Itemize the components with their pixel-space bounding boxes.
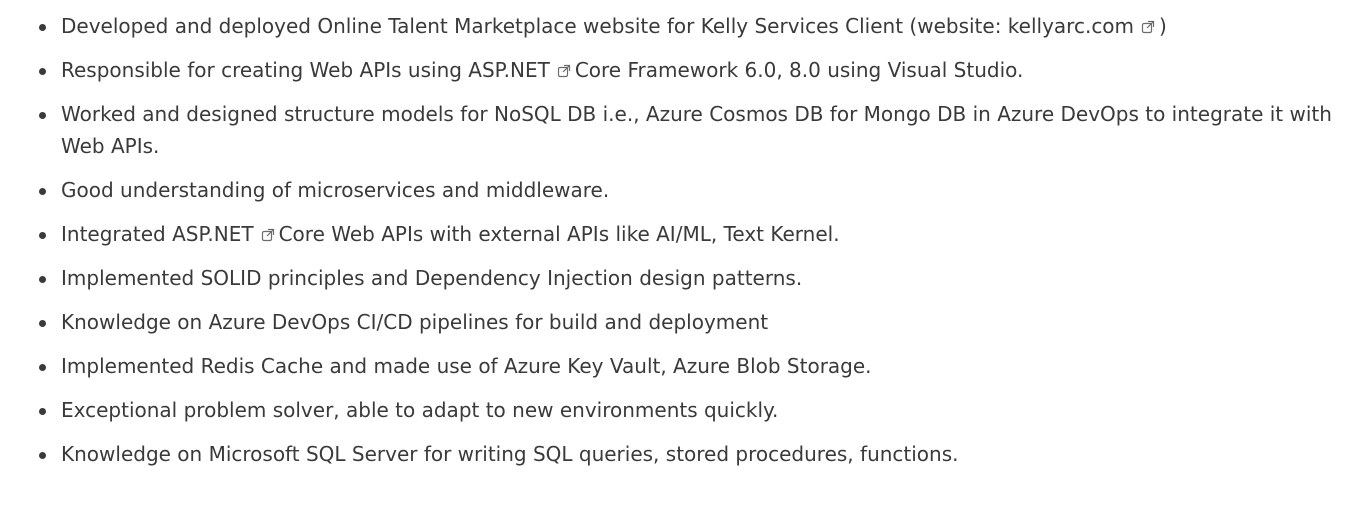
list-item: Implemented SOLID principles and Depende… xyxy=(36,262,1346,294)
bullet-text: Worked and designed structure models for… xyxy=(61,102,1332,158)
bullet-text-suffix: ) xyxy=(1159,14,1167,38)
list-item: Responsible for creating Web APIs using … xyxy=(36,54,1346,86)
list-item: Knowledge on Azure DevOps CI/CD pipeline… xyxy=(36,306,1346,338)
bullet-text-suffix: Core Web APIs with external APIs like AI… xyxy=(278,222,840,246)
experience-bullet-list: Developed and deployed Online Talent Mar… xyxy=(36,10,1346,482)
bullet-text: Implemented Redis Cache and made use of … xyxy=(61,354,872,378)
external-link-icon[interactable] xyxy=(261,228,275,242)
bullet-text: Knowledge on Microsoft SQL Server for wr… xyxy=(61,442,959,466)
list-item: Integrated ASP.NET Core Web APIs with ext… xyxy=(36,218,1346,250)
external-link-icon[interactable] xyxy=(557,64,571,78)
list-item: Exceptional problem solver, able to adap… xyxy=(36,394,1346,426)
external-link-icon[interactable] xyxy=(1141,20,1155,34)
bullet-text: Responsible for creating Web APIs using … xyxy=(61,58,550,82)
list-item: Implemented Redis Cache and made use of … xyxy=(36,350,1346,382)
bullet-text: Developed and deployed Online Talent Mar… xyxy=(61,14,1135,38)
bullet-text: Knowledge on Azure DevOps CI/CD pipeline… xyxy=(61,310,769,334)
list-item: Developed and deployed Online Talent Mar… xyxy=(36,10,1346,42)
bullet-text: Implemented SOLID principles and Depende… xyxy=(61,266,803,290)
list-item: Worked and designed structure models for… xyxy=(36,98,1346,162)
bullet-text: Good understanding of microservices and … xyxy=(61,178,610,202)
bullet-text: Exceptional problem solver, able to adap… xyxy=(61,398,779,422)
list-item: Good understanding of microservices and … xyxy=(36,174,1346,206)
bullet-text: Integrated ASP.NET xyxy=(61,222,254,246)
list-item: Knowledge on Microsoft SQL Server for wr… xyxy=(36,438,1346,470)
bullet-text-suffix: Core Framework 6.0, 8.0 using Visual Stu… xyxy=(574,58,1024,82)
